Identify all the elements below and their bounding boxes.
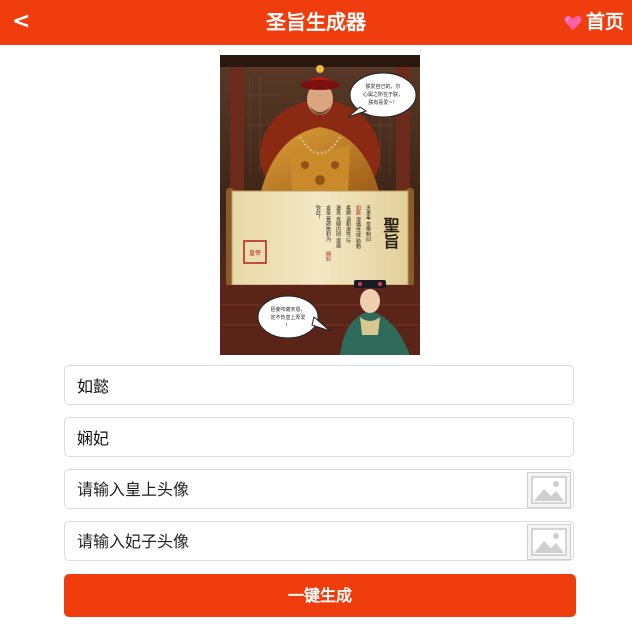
consort-name-input[interactable] <box>65 418 573 456</box>
svg-text:朕爱自己的，尔: 朕爱自己的，尔 <box>365 83 400 90</box>
svg-text:含章 著即册封为: 含章 著即册封为 <box>325 204 331 243</box>
heart-icon <box>564 15 582 30</box>
emperor-avatar-upload-button[interactable] <box>527 472 571 508</box>
emperor-name-field[interactable] <box>64 365 574 405</box>
home-label: 首页 <box>585 11 624 33</box>
generate-button[interactable]: 一键生成 <box>64 574 576 617</box>
consort-avatar-placeholder: 请输入妃子头像 <box>77 532 190 551</box>
svg-text:定不负皇上厚爱: 定不负皇上厚爱 <box>270 314 305 321</box>
edict-illustration: 朕爱自己的，尔 心属之所在于朕， 朕有喜爱~！ 聖旨 天承奉 皇帝制曰 如懿 淑… <box>220 55 420 355</box>
consort-name-field[interactable] <box>64 417 574 457</box>
app-header: < 圣旨生成器 首页 <box>0 0 632 45</box>
image-placeholder-icon <box>531 528 567 556</box>
page-title: 圣旨生成器 <box>266 10 366 34</box>
emperor-avatar-placeholder: 请输入皇上头像 <box>77 480 190 499</box>
edict-preview-image: 朕爱自己的，尔 心属之所在于朕， 朕有喜爱~！ 聖旨 天承奉 皇帝制曰 如懿 淑… <box>220 55 420 355</box>
image-placeholder-icon <box>531 476 567 504</box>
emperor-avatar-field[interactable]: 请输入皇上头像 <box>64 469 574 509</box>
svg-text:！: ！ <box>285 323 290 329</box>
emperor-name-input[interactable] <box>65 366 573 404</box>
svg-text:心属之所在于朕，: 心属之所在于朕， <box>363 91 403 98</box>
svg-text:皇帝: 皇帝 <box>249 249 261 257</box>
svg-text:娴妃: 娴妃 <box>325 250 331 262</box>
svg-text:如懿: 如懿 <box>355 204 361 216</box>
svg-text:淑慎性成 勤勉: 淑慎性成 勤勉 <box>355 216 361 250</box>
consort-avatar-upload-button[interactable] <box>527 524 571 560</box>
svg-text:臣妾叩谢天恩，: 臣妾叩谢天恩， <box>270 306 305 313</box>
svg-text:天承奉 皇帝制曰: 天承奉 皇帝制曰 <box>365 205 371 242</box>
svg-text:柔顺 温和淑性 行: 柔顺 温和淑性 行 <box>345 204 351 244</box>
svg-text:朕有喜爱~！: 朕有喜爱~！ <box>368 99 397 106</box>
home-button[interactable]: 首页 <box>563 0 624 45</box>
consort-avatar-field[interactable]: 请输入妃子头像 <box>64 521 574 561</box>
svg-text:聖旨: 聖旨 <box>381 217 400 250</box>
svg-text:钦此！: 钦此！ <box>315 204 321 220</box>
svg-text:温良 克娴内则 淑德: 温良 克娴内则 淑德 <box>335 204 341 249</box>
